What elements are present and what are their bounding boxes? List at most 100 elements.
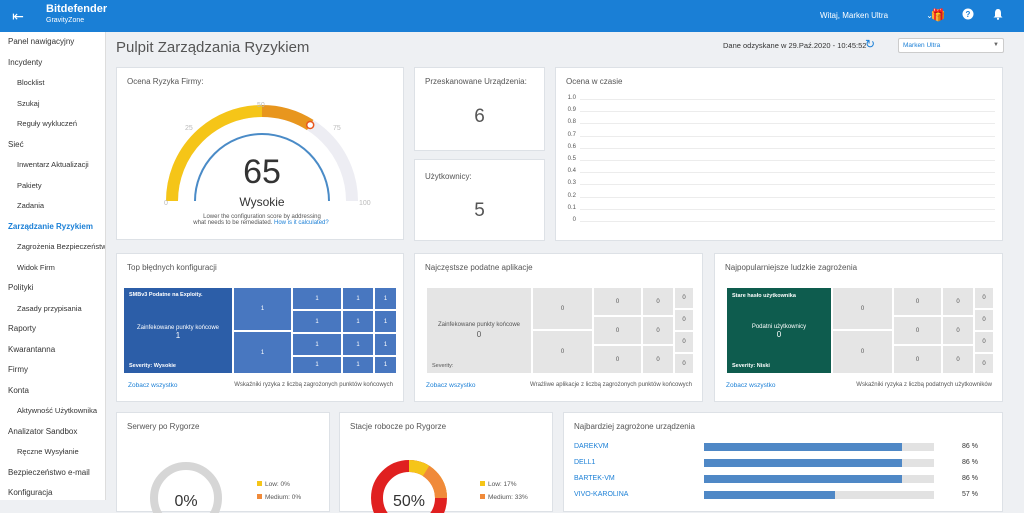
- treemap-tile[interactable]: 1: [343, 357, 373, 373]
- sidebar-item[interactable]: Zagrożenia Bezpieczeństwa: [0, 237, 105, 258]
- device-link[interactable]: DAREKVM: [574, 443, 609, 450]
- risk-percent: 57 %: [962, 491, 978, 498]
- treemap-tile[interactable]: 0: [975, 310, 993, 330]
- sidebar-item[interactable]: Zarządzanie Ryzykiem: [0, 217, 105, 238]
- how-calculated-link[interactable]: How is it calculated?: [274, 220, 329, 226]
- treemap-tile[interactable]: 0: [533, 288, 592, 329]
- users-card: Użytkownicy: 5: [414, 159, 545, 241]
- treemap-tile[interactable]: 1: [293, 334, 341, 355]
- gridline: [580, 160, 995, 161]
- refresh-icon[interactable]: ↻: [865, 37, 875, 51]
- sidebar-item[interactable]: Zasady przypisania: [0, 299, 105, 320]
- tick-25: 25: [185, 125, 193, 132]
- brand-logo[interactable]: Bitdefender GravityZone: [46, 4, 107, 25]
- device-row: BARTEK-VM 86 %: [574, 473, 994, 487]
- apps-main-tile[interactable]: Zainfekowane punkty końcowe 0 Severity:: [427, 288, 531, 373]
- top-misconfigurations-card: Top błędnych konfiguracji SMBv3 Podatne …: [116, 253, 404, 402]
- treemap-tile[interactable]: 0: [533, 331, 592, 373]
- gauge-marker: [305, 120, 315, 130]
- treemap-tile[interactable]: 0: [975, 354, 993, 373]
- gridline: [580, 99, 995, 100]
- top-bar: ⇤ Bitdefender GravityZone Witaj, Marken …: [0, 0, 1024, 32]
- sidebar-item[interactable]: Sieć: [0, 135, 105, 156]
- treemap-tile[interactable]: 0: [675, 310, 693, 330]
- treemap-tile[interactable]: 1: [375, 288, 396, 309]
- sidebar-item[interactable]: Pakiety: [0, 176, 105, 197]
- device-link[interactable]: VIVO-KAROLINA: [574, 491, 628, 498]
- treemap-tile[interactable]: 0: [943, 346, 973, 373]
- sidebar-item[interactable]: Zadania: [0, 196, 105, 217]
- sidebar-item[interactable]: Konta: [0, 381, 105, 402]
- treemap-tile[interactable]: 0: [894, 346, 941, 373]
- sidebar-item[interactable]: Ręczne Wysyłanie: [0, 442, 105, 463]
- company-select[interactable]: Marken Ultra ▼: [898, 38, 1004, 53]
- sidebar-item[interactable]: Raporty: [0, 319, 105, 340]
- risk-note-line2: what needs to be remediated. How is it c…: [117, 220, 405, 226]
- sidebar-item[interactable]: Konfiguracja: [0, 483, 105, 500]
- data-updated-text: Dane odzyskane w 29.Paź.2020 - 10:45:52: [723, 41, 867, 50]
- sidebar-item[interactable]: Panel nawigacyjny: [0, 32, 105, 53]
- svg-text:?: ?: [966, 10, 971, 19]
- treemap-tile[interactable]: 1: [234, 288, 291, 330]
- sidebar-item[interactable]: Firmy: [0, 360, 105, 381]
- sidebar-item[interactable]: Aktywność Użytkownika: [0, 401, 105, 422]
- misconfig-main-tile[interactable]: SMBv3 Podatne na Exploity. Zainfekowane …: [124, 288, 232, 373]
- sidebar-item[interactable]: Kwarantanna: [0, 340, 105, 361]
- treemap-tile[interactable]: 1: [343, 311, 373, 332]
- sidebar-item[interactable]: Incydenty: [0, 53, 105, 74]
- treemap-tile[interactable]: 0: [833, 288, 892, 329]
- treemap-tile[interactable]: 0: [675, 332, 693, 352]
- y-tick-label: 1.0: [567, 95, 576, 101]
- treemap-tile[interactable]: 1: [234, 332, 291, 373]
- treemap-tile[interactable]: 0: [594, 346, 641, 373]
- treemap-tile[interactable]: 0: [594, 288, 641, 315]
- device-link[interactable]: DELL1: [574, 459, 595, 466]
- sidebar-item[interactable]: Polityki: [0, 278, 105, 299]
- treemap-tile[interactable]: 0: [943, 317, 973, 344]
- treemap-tile[interactable]: 0: [675, 288, 693, 308]
- users-count: 5: [474, 200, 485, 221]
- treemap-tile[interactable]: 1: [343, 334, 373, 355]
- treemap-tile[interactable]: 1: [375, 311, 396, 332]
- sidebar-item[interactable]: Szukaj: [0, 94, 105, 115]
- sidebar-item[interactable]: Reguły wykluczeń: [0, 114, 105, 135]
- collapse-menu-icon[interactable]: ⇤: [8, 8, 28, 25]
- treemap-tile[interactable]: 0: [894, 317, 941, 344]
- sidebar-item[interactable]: Bezpieczeństwo e-mail: [0, 463, 105, 484]
- treemap-tile[interactable]: 0: [894, 288, 941, 315]
- sidebar-item[interactable]: Inwentarz Aktualizacji: [0, 155, 105, 176]
- sidebar-item[interactable]: Widok Firm: [0, 258, 105, 279]
- gridline: [580, 123, 995, 125]
- treemap-tile[interactable]: 1: [343, 288, 373, 309]
- treemap-tile[interactable]: 1: [293, 357, 341, 373]
- y-tick-label: 0.4: [567, 168, 576, 175]
- see-all-link[interactable]: Zobacz wszystko: [426, 382, 476, 389]
- gift-icon[interactable]: 🎁: [930, 8, 946, 22]
- treemap-tile[interactable]: 1: [375, 334, 396, 355]
- device-row: DAREKVM 86 %: [574, 441, 994, 455]
- sidebar-item[interactable]: Analizator Sandbox: [0, 422, 105, 443]
- user-menu[interactable]: Witaj, Marken Ultra ⌄: [820, 11, 933, 20]
- see-all-link[interactable]: Zobacz wszystko: [128, 382, 178, 389]
- device-link[interactable]: BARTEK-VM: [574, 475, 615, 482]
- bell-icon[interactable]: [990, 8, 1006, 23]
- treemap-tile[interactable]: 0: [833, 331, 892, 373]
- treemap-tile[interactable]: 0: [643, 288, 673, 315]
- treemap-tile[interactable]: 0: [943, 288, 973, 315]
- treemap-tile[interactable]: 1: [293, 288, 341, 309]
- card-title: Najpopularniejsze ludzkie zagrożenia: [725, 263, 858, 272]
- treemap-tile[interactable]: 0: [643, 346, 673, 373]
- treemap-tile[interactable]: 0: [975, 288, 993, 308]
- card-title: Przeskanowane Urządzenia:: [425, 77, 527, 86]
- treemap-tile[interactable]: 0: [594, 317, 641, 344]
- treemap-tile[interactable]: 0: [643, 317, 673, 344]
- treemap-tile[interactable]: 0: [975, 332, 993, 352]
- treemap-tile[interactable]: 0: [675, 354, 693, 373]
- sidebar-item[interactable]: Blocklist: [0, 73, 105, 94]
- human-main-tile[interactable]: Stare hasło użytkownika Podatni użytkown…: [727, 288, 831, 373]
- treemap-tile[interactable]: 1: [293, 311, 341, 332]
- treemap-tile[interactable]: 1: [375, 357, 396, 373]
- see-all-link[interactable]: Zobacz wszystko: [726, 382, 776, 389]
- help-icon[interactable]: ?: [960, 8, 976, 23]
- y-tick-label: 0: [572, 217, 576, 223]
